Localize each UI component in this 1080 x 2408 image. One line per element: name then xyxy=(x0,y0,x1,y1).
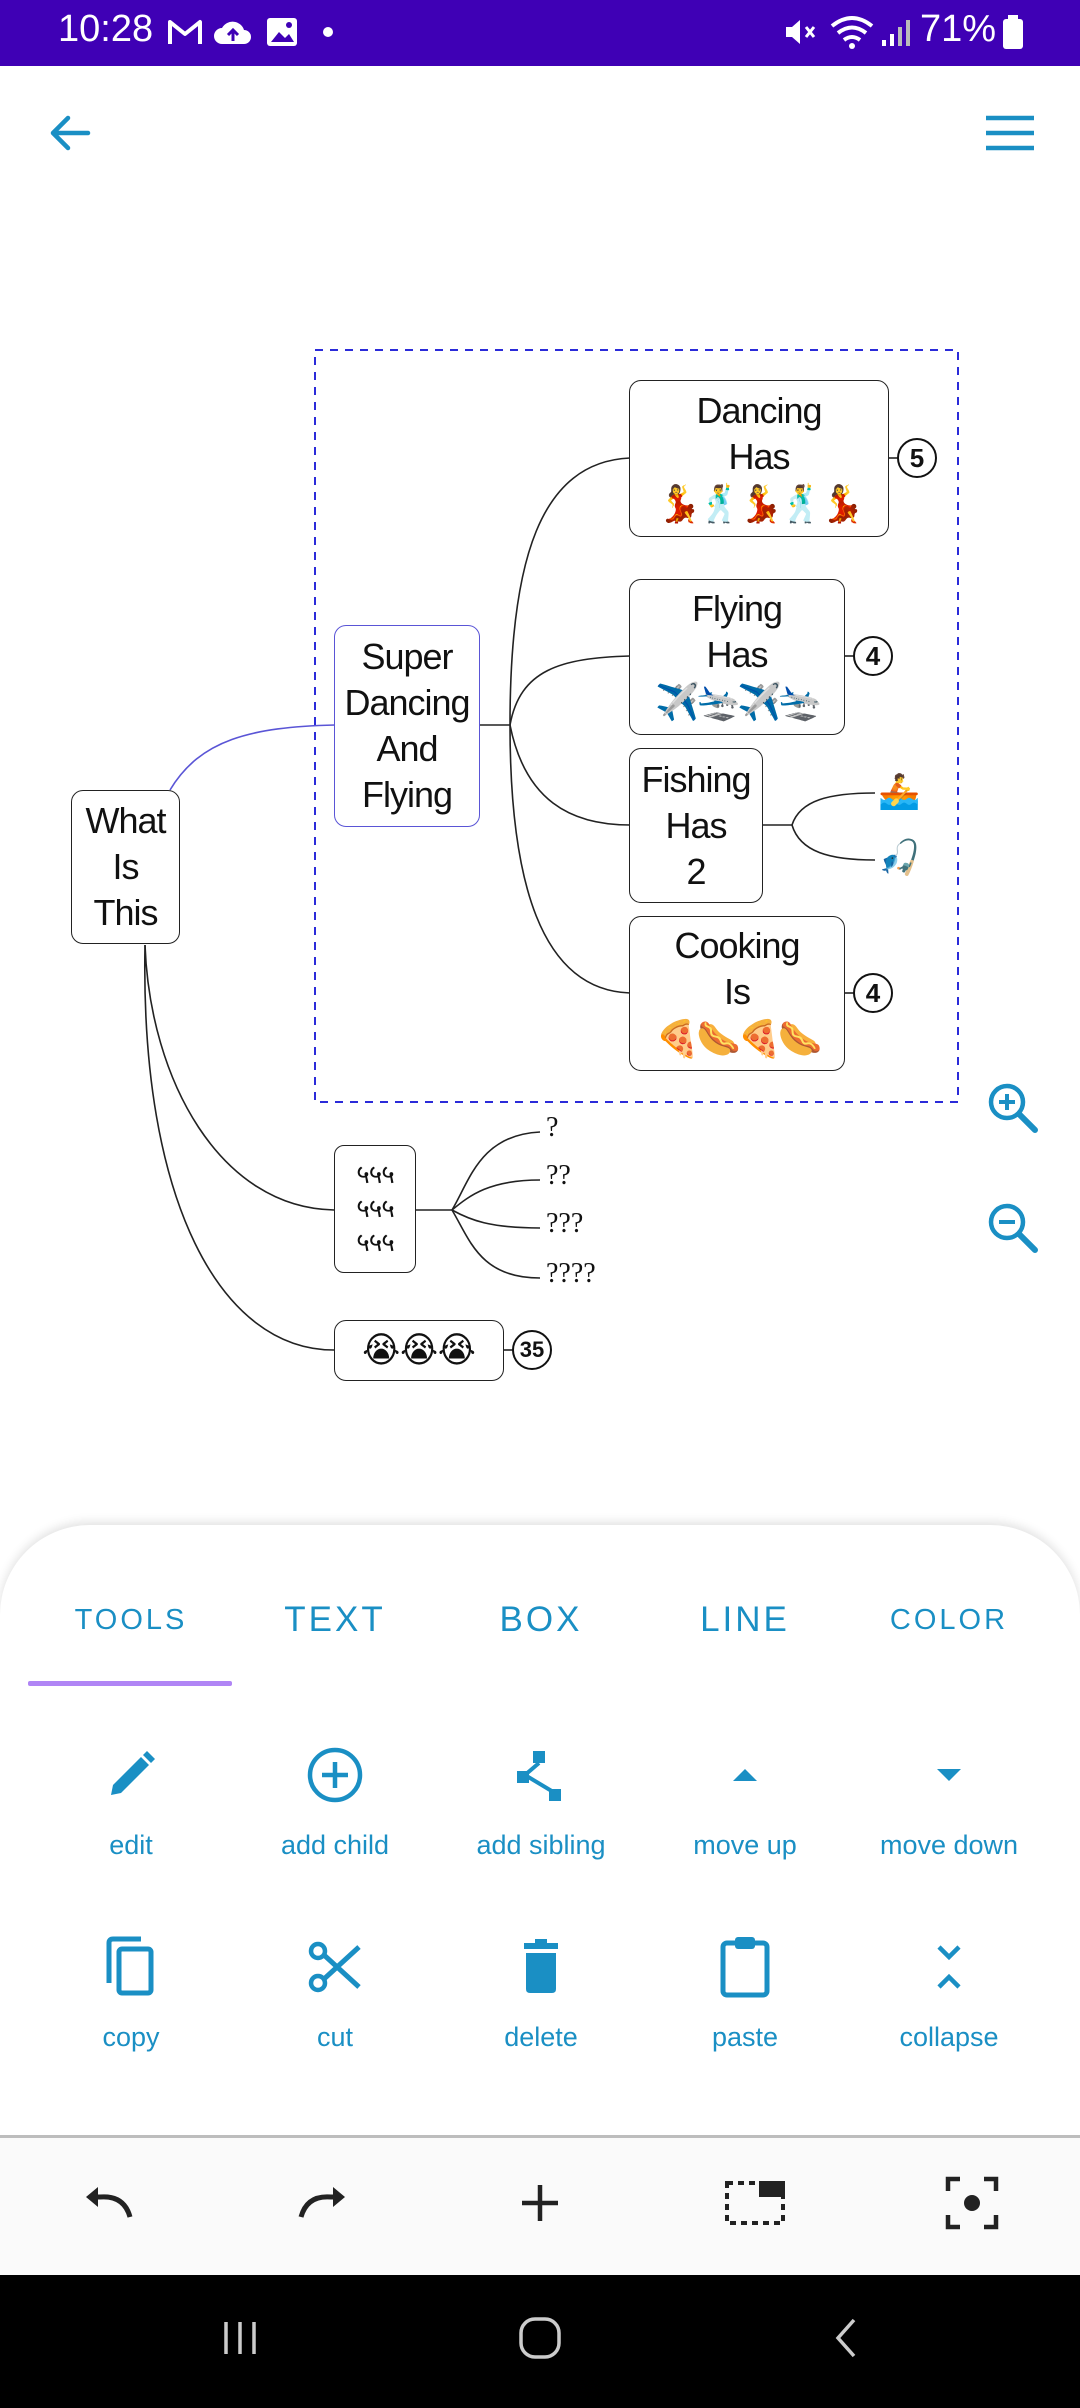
fishing-child-rowboat[interactable]: 🚣 xyxy=(878,772,920,812)
undo-button[interactable] xyxy=(68,2170,148,2240)
scribble-child[interactable]: ???? xyxy=(546,1258,596,1290)
undo-icon xyxy=(78,2183,138,2227)
scribble-node[interactable]: ५५५ ५५५ ५५५ xyxy=(334,1145,416,1273)
tool-label: paste xyxy=(711,2022,779,2052)
node-text: Is xyxy=(112,846,139,887)
node-text: Fishing xyxy=(641,758,751,800)
node-text: Flying xyxy=(361,774,453,815)
paste-button[interactable]: paste xyxy=(642,1927,848,2107)
home-icon xyxy=(516,2314,564,2366)
tool-label: collapse xyxy=(899,2022,999,2052)
focus-center-button[interactable] xyxy=(932,2170,1012,2240)
zoom-out-icon xyxy=(985,1200,1041,1260)
delete-button[interactable]: delete xyxy=(438,1927,644,2107)
tab-color[interactable]: COLOR xyxy=(846,1590,1052,1650)
node-text: Has xyxy=(728,435,790,477)
node-emoji: ✈️🛬✈️🛬 xyxy=(655,682,822,723)
scribble-child[interactable]: ? xyxy=(546,1112,558,1144)
add-sibling-button[interactable]: add sibling xyxy=(438,1735,644,1915)
move-down-button[interactable]: move down xyxy=(846,1735,1052,1915)
focus-center-icon xyxy=(944,2175,1000,2235)
child-count-badge[interactable]: 4 xyxy=(853,636,893,676)
tool-label: copy xyxy=(102,2022,160,2052)
tool-label: add child xyxy=(280,1830,390,1860)
select-area-button[interactable] xyxy=(715,2170,795,2240)
tool-label: edit xyxy=(109,1830,153,1860)
node-text: Dancing xyxy=(696,389,822,431)
trash-icon xyxy=(438,1927,644,2007)
node-text: Has xyxy=(706,634,768,675)
redo-icon xyxy=(293,2183,353,2227)
node-text: ५५५ xyxy=(356,1160,395,1190)
back-icon xyxy=(826,2314,866,2366)
tab-text[interactable]: TEXT xyxy=(232,1590,438,1650)
connector-lines xyxy=(144,349,959,1351)
collapse-button[interactable]: collapse xyxy=(846,1927,1052,2107)
plus-icon xyxy=(518,2181,562,2229)
topic-dancing-node[interactable]: Dancing Has 💃🕺💃🕺💃 xyxy=(629,380,889,537)
topic-fishing-node[interactable]: Fishing Has 2 xyxy=(629,748,763,903)
share-icon xyxy=(438,1735,644,1815)
home-button[interactable] xyxy=(500,2305,580,2375)
copy-button[interactable]: copy xyxy=(28,1927,234,2107)
child-count-badge[interactable]: 4 xyxy=(853,973,893,1013)
zoom-in-icon xyxy=(985,1080,1041,1140)
collapse-icon xyxy=(846,1927,1052,2007)
select-area-icon xyxy=(723,2177,787,2233)
tool-label: move up xyxy=(693,1830,797,1860)
node-text: 2 xyxy=(686,850,706,892)
node-text: Has xyxy=(665,804,727,846)
node-text: ५५५ xyxy=(356,1194,395,1224)
node-text: What xyxy=(85,800,166,841)
topic-cooking-node[interactable]: Cooking Is 🍕🌭🍕🌭 xyxy=(629,916,845,1071)
tool-label: cut xyxy=(316,2022,354,2052)
tool-label: delete xyxy=(504,2022,578,2052)
add-child-button[interactable]: add child xyxy=(232,1735,438,1915)
scissors-icon xyxy=(232,1927,438,2007)
node-text: Dancing xyxy=(344,682,470,723)
caret-down-icon xyxy=(846,1735,1052,1815)
tool-label: move down xyxy=(879,1830,1019,1860)
child-count-badge[interactable]: 35 xyxy=(512,1330,552,1370)
node-emoji: 🍕🌭🍕🌭 xyxy=(655,1018,822,1060)
zoom-out-button[interactable] xyxy=(978,1195,1048,1265)
cut-button[interactable]: cut xyxy=(232,1927,438,2107)
node-text: This xyxy=(93,892,158,933)
recent-apps-icon xyxy=(218,2316,262,2364)
node-text: Cooking xyxy=(674,924,800,966)
root-node[interactable]: What Is This xyxy=(71,790,180,944)
tool-label: add sibling xyxy=(476,1830,606,1860)
node-emoji: 😭😭😭 xyxy=(362,1329,476,1371)
tab-indicator xyxy=(28,1681,232,1686)
crying-node[interactable]: 😭😭😭 xyxy=(334,1320,504,1381)
copy-icon xyxy=(28,1927,234,2007)
scribble-child[interactable]: ??? xyxy=(546,1208,583,1240)
redo-button[interactable] xyxy=(283,2170,363,2240)
tab-tools[interactable]: TOOLS xyxy=(28,1590,234,1650)
main-topic-node[interactable]: Super Dancing And Flying xyxy=(334,625,480,827)
topic-flying-node[interactable]: Flying Has ✈️🛬✈️🛬 xyxy=(629,579,845,735)
caret-up-icon xyxy=(642,1735,848,1815)
node-text: And xyxy=(376,728,438,769)
tab-box[interactable]: BOX xyxy=(438,1590,644,1650)
node-text: Super xyxy=(361,636,453,677)
pencil-icon xyxy=(28,1735,234,1815)
scribble-child[interactable]: ?? xyxy=(546,1160,571,1192)
clipboard-icon xyxy=(642,1927,848,2007)
recent-apps-button[interactable] xyxy=(200,2305,280,2375)
node-emoji: 💃🕺💃🕺💃 xyxy=(656,483,865,525)
node-text: Flying xyxy=(691,588,783,629)
child-count-badge[interactable]: 5 xyxy=(897,438,937,478)
node-text: Is xyxy=(723,970,751,1012)
edit-button[interactable]: edit xyxy=(28,1735,234,1915)
fishing-child-fishing-pole[interactable]: 🎣 xyxy=(878,838,920,878)
move-up-button[interactable]: move up xyxy=(642,1735,848,1915)
tab-line[interactable]: LINE xyxy=(642,1590,848,1650)
add-circle-icon xyxy=(232,1735,438,1815)
add-button[interactable] xyxy=(500,2170,580,2240)
system-back-button[interactable] xyxy=(806,2305,886,2375)
zoom-in-button[interactable] xyxy=(978,1075,1048,1145)
node-text: ५५५ xyxy=(356,1228,395,1258)
